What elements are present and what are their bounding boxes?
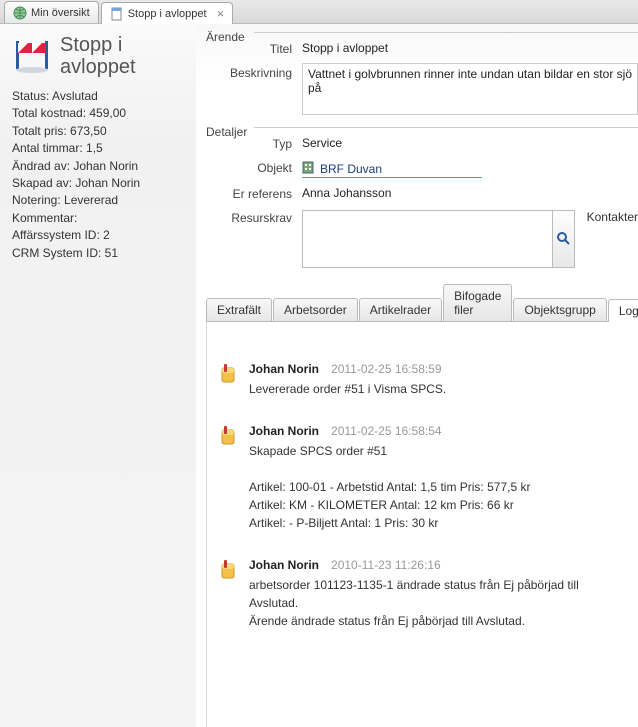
detail-tab[interactable]: Objektsgrupp — [513, 298, 606, 321]
log-timestamp: 2011-02-25 16:58:54 — [331, 424, 442, 438]
value-titel[interactable]: Stopp i avloppet — [302, 39, 638, 59]
status-line: CRM System ID: 51 — [12, 245, 184, 262]
log-text: Skapade SPCS order #51 Artikel: 100-01 -… — [249, 442, 628, 532]
note-pin-icon — [219, 558, 239, 630]
tab-label: Stopp i avloppet — [128, 8, 207, 20]
status-line: Totalt pris: 673,50 — [12, 123, 184, 140]
status-list: Status: AvslutadTotal kostnad: 459,00Tot… — [12, 88, 184, 262]
arende-rows: Titel Stopp i avloppet Beskrivning Vattn… — [196, 35, 638, 119]
detail-tab[interactable]: Bifogade filer — [443, 284, 512, 321]
detail-tab-bar: ExtrafältArbetsorderArtikelraderBifogade… — [206, 284, 638, 322]
note-pin-icon — [219, 362, 239, 398]
label-erreferens: Er referens — [206, 184, 302, 201]
main-panel: Ärende Titel Stopp i avloppet Beskrivnin… — [196, 24, 638, 727]
label-beskrivning: Beskrivning — [206, 63, 302, 80]
label-objekt: Objekt — [206, 158, 302, 175]
objekt-link-text: BRF Duvan — [320, 162, 382, 176]
note-icon — [110, 7, 124, 21]
top-tab[interactable]: Stopp i avloppet × — [101, 2, 233, 24]
log-text: arbetsorder 101123-1135-1 ändrade status… — [249, 576, 628, 630]
barrier-icon — [12, 35, 52, 78]
section-label: Ärende — [206, 30, 245, 44]
status-line: Ändrad av: Johan Norin — [12, 158, 184, 175]
top-tab[interactable]: Min översikt — [4, 1, 99, 23]
section-detaljer: Detaljer — [204, 127, 638, 128]
building-icon — [302, 160, 314, 177]
log-user: Johan Norin — [249, 362, 319, 376]
row-objekt: Objekt — [206, 158, 638, 180]
tab-label: Min översikt — [31, 7, 90, 19]
row-typ: Typ Service — [206, 134, 638, 154]
value-objekt[interactable]: BRF Duvan — [302, 158, 638, 180]
status-line: Notering: Levererad — [12, 192, 184, 209]
log-panel[interactable]: Johan Norin 2011-02-25 16:58:59 Levererade… — [206, 322, 638, 727]
status-line: Kommentar: — [12, 210, 184, 227]
body-split: Stopp i avloppet Status: AvslutadTotal k… — [0, 24, 638, 727]
app-root: Min översikt Stopp i avloppet × Stopp i av… — [0, 0, 638, 727]
label-resurskrav: Resurskrav — [206, 208, 302, 225]
log-entry: Johan Norin 2010-11-23 11:26:16 arbetsorde… — [219, 558, 628, 630]
detaljer-rows: Typ Service Objekt — [196, 130, 638, 274]
log-user: Johan Norin — [249, 424, 319, 438]
section-label: Detaljer — [206, 125, 247, 139]
log-entry: Johan Norin 2011-02-25 16:58:54 Skapade SP… — [219, 424, 628, 532]
close-icon[interactable]: × — [217, 7, 225, 20]
globe-icon — [13, 6, 27, 20]
section-arende: Ärende — [204, 32, 638, 33]
value-typ[interactable]: Service — [302, 134, 638, 154]
resurskrav-input[interactable] — [302, 210, 553, 268]
status-line: Skapad av: Johan Norin — [12, 175, 184, 192]
value-erreferens[interactable]: Anna Johansson — [302, 184, 638, 204]
detail-tab[interactable]: Artikelrader — [359, 298, 442, 321]
log-user: Johan Norin — [249, 558, 319, 572]
log-timestamp: 2010-11-23 11:26:16 — [331, 558, 441, 572]
status-line: Status: Avslutad — [12, 88, 184, 105]
kontakter-column: Kontakter — [587, 210, 638, 224]
resurskrav-search-button[interactable] — [553, 210, 575, 268]
row-erreferens: Er referens Anna Johansson — [206, 184, 638, 204]
row-resurskrav: Resurskrav — [206, 208, 638, 270]
status-line: Affärssystem ID: 2 — [12, 227, 184, 244]
label-kontakter: Kontakter — [587, 210, 638, 224]
detail-tab[interactable]: Logg — [608, 299, 638, 322]
side-title: Stopp i avloppet — [60, 34, 184, 78]
log-text: Levererade order #51 i Visma SPCS. — [249, 380, 628, 398]
log-entry: Johan Norin 2011-02-25 16:58:59 Levererade… — [219, 362, 628, 398]
status-line: Antal timmar: 1,5 — [12, 140, 184, 157]
top-tab-bar: Min översikt Stopp i avloppet × — [0, 0, 638, 24]
value-beskrivning[interactable]: Vattnet i golvbrunnen rinner inte undan … — [302, 63, 638, 115]
log-timestamp: 2011-02-25 16:58:59 — [331, 362, 442, 376]
search-icon — [556, 231, 570, 248]
detail-tab[interactable]: Extrafält — [206, 298, 272, 321]
note-pin-icon — [219, 424, 239, 532]
side-panel: Stopp i avloppet Status: AvslutadTotal k… — [0, 24, 196, 727]
side-header: Stopp i avloppet — [12, 34, 184, 78]
status-line: Total kostnad: 459,00 — [12, 105, 184, 122]
detail-tab[interactable]: Arbetsorder — [273, 298, 358, 321]
row-beskrivning: Beskrivning Vattnet i golvbrunnen rinner… — [206, 63, 638, 115]
row-titel: Titel Stopp i avloppet — [206, 39, 638, 59]
